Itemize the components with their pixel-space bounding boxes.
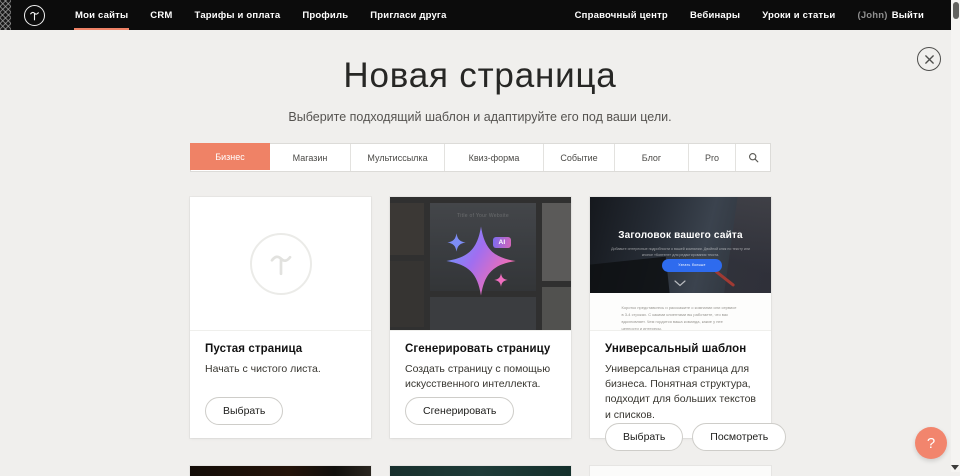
tilda-watermark-icon: [250, 233, 312, 295]
next-row-card-preview[interactable]: [590, 466, 771, 476]
navbar-right-menu: Справочный центр Вебинары Уроки и статьи…: [564, 0, 935, 30]
help-button[interactable]: ?: [915, 427, 947, 459]
template-hero-section: Заголовок вашего сайта Добавьте интересн…: [590, 197, 771, 293]
page-subtitle: Выберите подходящий шаблон и адаптируйте…: [0, 110, 960, 124]
template-paragraph: Коротко представьтесь и расскажите о ком…: [622, 304, 740, 331]
hero-photo-shape: [724, 197, 771, 293]
card-title: Сгенерировать страницу: [405, 343, 556, 355]
choose-blank-button[interactable]: Выбрать: [205, 397, 283, 425]
template-hero-subtext: Добавьте интересные подробности о вашей …: [608, 246, 753, 258]
close-icon: [924, 54, 935, 65]
choose-universal-button[interactable]: Выбрать: [605, 423, 683, 451]
chevron-down-icon: [674, 280, 686, 287]
template-card-ai-generate[interactable]: Title of Your Website AI Сгенерировать с…: [390, 197, 571, 438]
page-scrollbar[interactable]: [951, 0, 960, 472]
template-hero-button: Узнать больше: [662, 259, 722, 272]
next-row-card-preview[interactable]: [190, 466, 371, 476]
tab-blog[interactable]: Блог: [615, 144, 689, 171]
scrollbar-thumb[interactable]: [953, 2, 959, 19]
close-button[interactable]: [917, 47, 941, 71]
user-name: (John): [857, 10, 887, 21]
tilda-logo-icon: [29, 10, 40, 21]
card-description: Создать страницу с помощью искусственног…: [405, 362, 556, 392]
generate-button[interactable]: Сгенерировать: [405, 397, 514, 425]
hero-photo-shape: [590, 257, 670, 293]
nav-item-crm[interactable]: CRM: [139, 0, 183, 30]
nav-item-help-center[interactable]: Справочный центр: [564, 0, 679, 30]
ai-sparkle-small-icon: [447, 233, 466, 252]
tab-search[interactable]: [736, 144, 770, 171]
template-card-universal[interactable]: Заголовок вашего сайта Добавьте интересн…: [590, 197, 771, 438]
blank-page-card-body: Пустая страница Начать с чистого листа. …: [190, 331, 371, 438]
logout-label: Выйти: [892, 10, 924, 21]
ai-badge: AI: [493, 237, 511, 248]
nav-item-lessons-articles[interactable]: Уроки и статьи: [751, 0, 846, 30]
next-row-card-preview[interactable]: [390, 466, 571, 476]
card-title: Универсальный шаблон: [605, 343, 756, 355]
nav-item-logout[interactable]: (John) Выйти: [846, 0, 935, 30]
tab-quiz-form[interactable]: Квиз-форма: [445, 144, 544, 171]
tab-pro[interactable]: Pro: [689, 144, 736, 171]
ai-card-body: Сгенерировать страницу Создать страницу …: [390, 331, 571, 438]
template-hero-heading: Заголовок вашего сайта: [590, 230, 771, 241]
tab-event[interactable]: Событие: [544, 144, 615, 171]
template-category-tabs: Бизнес Магазин Мультиссылка Квиз-форма С…: [190, 143, 771, 172]
universal-card-body: Универсальный шаблон Универсальная стран…: [590, 331, 771, 464]
tilda-logo[interactable]: [24, 5, 45, 26]
tab-store[interactable]: Магазин: [270, 144, 351, 171]
card-description: Начать с чистого листа.: [205, 362, 356, 377]
blank-page-preview: [190, 197, 371, 331]
nav-item-my-sites[interactable]: Мои сайты: [64, 0, 139, 30]
card-title: Пустая страница: [205, 343, 356, 355]
preview-universal-button[interactable]: Посмотреть: [692, 423, 786, 451]
tab-multilink[interactable]: Мультиссылка: [351, 144, 445, 171]
ai-sparkle-small-icon: [494, 273, 508, 287]
scroll-corner-arrow: [951, 465, 959, 470]
nav-item-plans-payment[interactable]: Тарифы и оплата: [184, 0, 292, 30]
template-card-blank-page[interactable]: Пустая страница Начать с чистого листа. …: [190, 197, 371, 438]
search-icon: [748, 152, 759, 163]
navbar-left-menu: Мои сайты CRM Тарифы и оплата Профиль Пр…: [64, 0, 458, 30]
nav-item-invite-friend[interactable]: Пригласи друга: [359, 0, 457, 30]
nav-item-webinars[interactable]: Вебинары: [679, 0, 751, 30]
card-description: Универсальная страница для бизнеса. Поня…: [605, 362, 756, 423]
universal-template-preview: Заголовок вашего сайта Добавьте интересн…: [590, 197, 771, 331]
top-navbar: Мои сайты CRM Тарифы и оплата Профиль Пр…: [0, 0, 951, 30]
tab-business[interactable]: Бизнес: [190, 143, 270, 170]
navbar-texture-strip: [0, 0, 11, 30]
nav-item-profile[interactable]: Профиль: [291, 0, 359, 30]
template-text-section: Коротко представьтесь и расскажите о ком…: [590, 293, 771, 331]
ai-generate-preview: Title of Your Website AI: [390, 197, 571, 331]
page-title: Новая страница: [0, 56, 960, 96]
